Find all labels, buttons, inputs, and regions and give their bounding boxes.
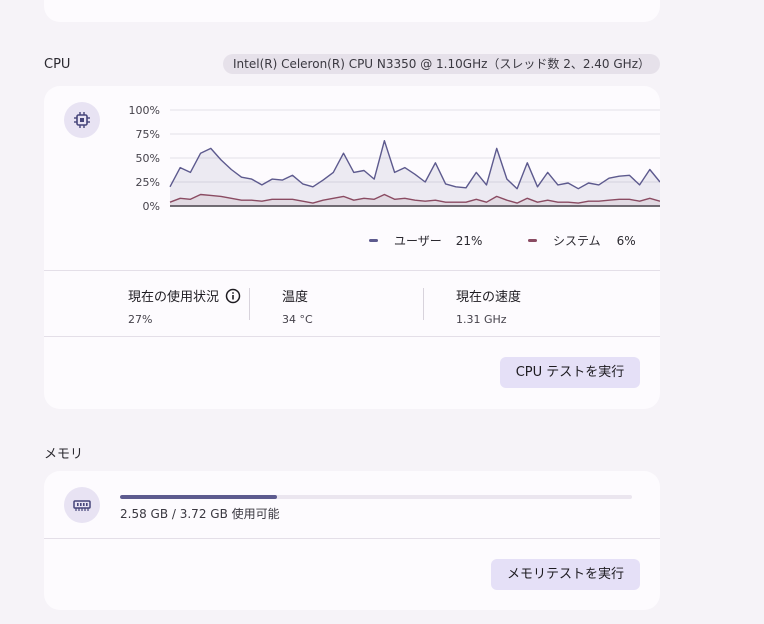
memory-chip-icon bbox=[64, 487, 100, 523]
stat-current-usage-label: 現在の使用状況 bbox=[128, 290, 220, 305]
chart-y-tick-label: 100% bbox=[129, 104, 160, 117]
stat-current-usage-value: 27% bbox=[128, 313, 153, 326]
stat-current-speed-value: 1.31 GHz bbox=[456, 313, 507, 326]
chart-y-tick-label: 50% bbox=[136, 152, 160, 165]
info-icon[interactable] bbox=[225, 288, 241, 304]
previous-section-card bbox=[44, 0, 660, 22]
legend-user-label: ユーザー bbox=[394, 234, 442, 248]
stat-temperature-value: 34 °C bbox=[282, 313, 313, 326]
cpu-usage-chart: 100% 75% 50% 25% 0% bbox=[129, 104, 660, 213]
legend-system-label: システム bbox=[553, 234, 601, 248]
chart-y-tick-label: 0% bbox=[143, 200, 160, 213]
stat-current-speed-label: 現在の速度 bbox=[456, 290, 522, 305]
chart-y-tick-label: 75% bbox=[136, 128, 160, 141]
legend-user-swatch bbox=[369, 239, 378, 242]
cpu-section-title: CPU bbox=[44, 57, 71, 72]
stat-current-speed: 現在の速度 1.31 GHz bbox=[456, 286, 521, 326]
stat-temperature: 温度 34 °C bbox=[282, 286, 313, 326]
cpu-model-chip: Intel(R) Celeron(R) CPU N3350 @ 1.10GHz（… bbox=[223, 54, 660, 74]
cpu-card: 100% 75% 50% 25% 0% ユーザー 21% システム 6% 現在の使用状況… bbox=[44, 86, 660, 409]
processor-icon bbox=[64, 102, 100, 138]
cpu-divider-1 bbox=[44, 270, 660, 271]
chart-y-tick-label: 25% bbox=[136, 176, 160, 189]
legend-user: ユーザー 21% bbox=[369, 232, 482, 249]
legend-user-value: 21% bbox=[455, 233, 483, 248]
memory-section-title: メモリ bbox=[44, 447, 84, 462]
run-memory-test-button[interactable]: メモリテストを実行 bbox=[491, 559, 640, 590]
chart-series-area-0 bbox=[170, 140, 660, 206]
memory-card: 2.58 GB / 3.72 GB 使用可能 メモリテストを実行 bbox=[44, 471, 660, 610]
stat-current-usage: 現在の使用状況 27% bbox=[128, 286, 241, 326]
memory-usage-text: 2.58 GB / 3.72 GB 使用可能 bbox=[120, 507, 280, 521]
memory-usage-fill bbox=[120, 495, 277, 499]
stat-separator-1 bbox=[249, 288, 250, 320]
stat-temperature-label: 温度 bbox=[282, 290, 309, 305]
memory-divider bbox=[44, 538, 660, 539]
cpu-divider-2 bbox=[44, 336, 660, 337]
stat-separator-2 bbox=[423, 288, 424, 320]
run-cpu-test-button[interactable]: CPU テストを実行 bbox=[500, 357, 640, 388]
memory-usage-bar bbox=[120, 495, 632, 499]
legend-system-value: 6% bbox=[616, 233, 636, 248]
legend-system: システム 6% bbox=[528, 232, 636, 249]
legend-system-swatch bbox=[528, 239, 537, 242]
